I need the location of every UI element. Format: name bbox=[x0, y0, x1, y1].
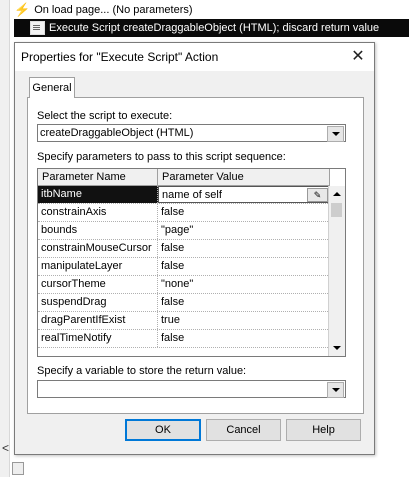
param-value-cell[interactable]: false bbox=[158, 258, 330, 275]
scroll-down-icon[interactable] bbox=[329, 340, 344, 356]
parameters-grid: Parameter Name Parameter Value itbName n… bbox=[37, 168, 346, 357]
ok-button[interactable]: OK bbox=[125, 419, 201, 441]
chevron-down-icon bbox=[331, 388, 340, 392]
table-row[interactable]: bounds "page" bbox=[38, 222, 330, 240]
table-row[interactable]: itbName name of self ✎ bbox=[38, 186, 330, 204]
param-name-cell[interactable]: constrainAxis bbox=[38, 204, 158, 221]
action-label: Execute Script createDraggableObject (HT… bbox=[49, 22, 380, 34]
param-value-cell[interactable]: "page" bbox=[158, 222, 330, 239]
execute-script-action-row[interactable]: Execute Script createDraggableObject (HT… bbox=[14, 19, 409, 37]
param-value-cell[interactable]: "none" bbox=[158, 276, 330, 293]
table-row[interactable]: manipulateLayer false bbox=[38, 258, 330, 276]
dialog-titlebar[interactable]: Properties for "Execute Script" Action bbox=[15, 43, 374, 71]
onload-event-row[interactable]: ⚡ On load page... (No parameters) bbox=[14, 1, 193, 18]
tab-general[interactable]: General bbox=[29, 77, 75, 98]
table-row[interactable]: constrainMouseCursor false bbox=[38, 240, 330, 258]
table-row[interactable]: cursorTheme "none" bbox=[38, 276, 330, 294]
editor-scroll-stub[interactable] bbox=[12, 462, 24, 475]
parameters-label: Specify parameters to pass to this scrip… bbox=[37, 151, 286, 163]
param-value-cell[interactable]: false bbox=[158, 204, 330, 221]
grid-rows: itbName name of self ✎ constrainAxis fal… bbox=[38, 186, 330, 348]
scroll-up-icon[interactable] bbox=[329, 186, 344, 202]
param-name-cell[interactable]: manipulateLayer bbox=[38, 258, 158, 275]
script-select[interactable]: createDraggableObject (HTML) bbox=[37, 124, 346, 142]
column-header-name[interactable]: Parameter Name bbox=[38, 169, 158, 186]
table-row[interactable]: suspendDrag false bbox=[38, 294, 330, 312]
return-variable-label: Specify a variable to store the return v… bbox=[37, 365, 247, 377]
param-value-cell[interactable]: name of self ✎ bbox=[158, 186, 330, 203]
dialog-title: Properties for "Execute Script" Action bbox=[21, 50, 219, 64]
param-value-cell[interactable]: true bbox=[158, 312, 330, 329]
param-name-cell[interactable]: realTimeNotify bbox=[38, 330, 158, 347]
editor-left-strip bbox=[0, 0, 10, 477]
grid-header: Parameter Name Parameter Value bbox=[38, 169, 330, 186]
param-value-text: name of self bbox=[162, 189, 222, 201]
script-select-value: createDraggableObject (HTML) bbox=[40, 127, 194, 139]
script-select-label: Select the script to execute: bbox=[37, 110, 173, 122]
script-dropdown-button[interactable] bbox=[327, 126, 344, 142]
param-name-cell[interactable]: itbName bbox=[38, 186, 158, 203]
param-name-cell[interactable]: bounds bbox=[38, 222, 158, 239]
scroll-left-arrow-icon[interactable]: < bbox=[2, 441, 9, 455]
param-name-cell[interactable]: cursorTheme bbox=[38, 276, 158, 293]
return-dropdown-button[interactable] bbox=[327, 382, 344, 398]
param-name-cell[interactable]: constrainMouseCursor bbox=[38, 240, 158, 257]
edit-value-icon[interactable]: ✎ bbox=[307, 188, 328, 202]
return-variable-select[interactable] bbox=[37, 380, 346, 398]
table-row[interactable]: constrainAxis false bbox=[38, 204, 330, 222]
help-button[interactable]: Help bbox=[286, 419, 361, 441]
chevron-down-icon bbox=[331, 132, 340, 136]
grid-scrollbar[interactable] bbox=[328, 186, 345, 356]
script-icon bbox=[30, 21, 45, 35]
param-value-cell[interactable]: false bbox=[158, 330, 330, 347]
scroll-thumb[interactable] bbox=[331, 203, 342, 217]
onload-event-label: On load page... (No parameters) bbox=[34, 3, 193, 16]
param-name-cell[interactable]: suspendDrag bbox=[38, 294, 158, 311]
param-name-cell[interactable]: dragParentIfExist bbox=[38, 312, 158, 329]
column-header-value[interactable]: Parameter Value bbox=[158, 169, 330, 186]
param-value-cell[interactable]: false bbox=[158, 294, 330, 311]
param-value-cell[interactable]: false bbox=[158, 240, 330, 257]
properties-dialog: Properties for "Execute Script" Action ✕… bbox=[14, 42, 375, 455]
close-icon[interactable]: ✕ bbox=[348, 47, 368, 67]
table-row[interactable]: realTimeNotify false bbox=[38, 330, 330, 348]
table-row[interactable]: dragParentIfExist true bbox=[38, 312, 330, 330]
lightning-bolt-icon: ⚡ bbox=[14, 2, 31, 17]
cancel-button[interactable]: Cancel bbox=[206, 419, 281, 441]
